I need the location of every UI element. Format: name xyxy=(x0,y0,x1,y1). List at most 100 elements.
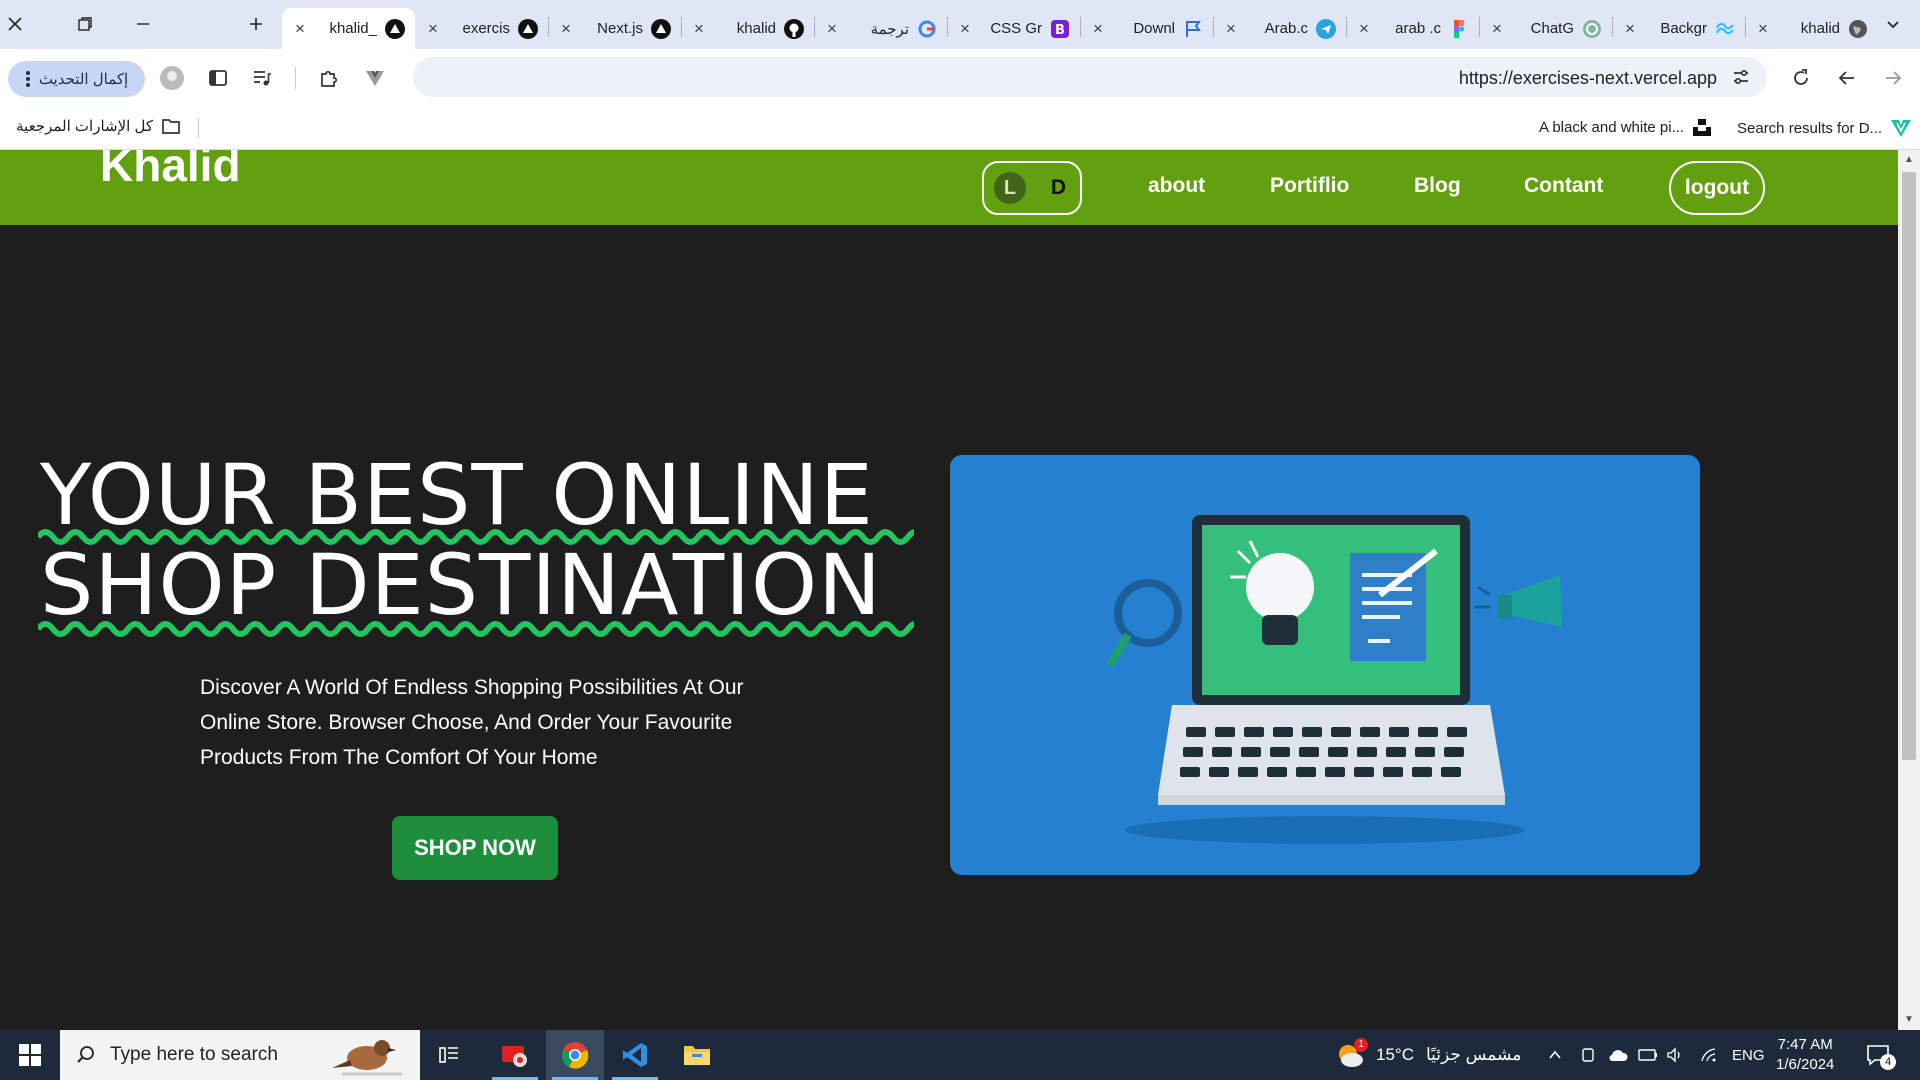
all-bookmarks-button[interactable]: كل الإشارات المرجعية xyxy=(16,117,181,135)
tab-title: ترجمة xyxy=(870,20,909,38)
bookmark-item-unsplash[interactable]: A black and white pi... xyxy=(1539,117,1712,137)
theme-toggle[interactable]: L D xyxy=(982,161,1082,215)
taskbar-app-recorder[interactable] xyxy=(486,1030,544,1080)
taskbar-search-box[interactable]: Type here to search xyxy=(60,1030,420,1080)
tailwind-icon xyxy=(1715,19,1735,39)
tab-download[interactable]: Downl × xyxy=(1080,8,1213,49)
theme-light-option[interactable]: L xyxy=(994,172,1026,204)
laptop-illustration xyxy=(1106,515,1562,844)
nav-link-contact[interactable]: Contant xyxy=(1524,174,1603,198)
close-icon[interactable]: × xyxy=(1755,19,1771,38)
update-button[interactable]: إكمال التحديث xyxy=(8,61,145,97)
taskbar-app-file-explorer[interactable] xyxy=(668,1030,726,1080)
keyboard-key xyxy=(1441,767,1461,777)
site-logo[interactable]: Khalid xyxy=(100,150,241,192)
theme-dark-option[interactable]: D xyxy=(1051,176,1066,200)
close-icon[interactable]: × xyxy=(957,19,973,38)
tab-title: ChatG xyxy=(1530,20,1574,37)
taskbar-app-chrome[interactable] xyxy=(546,1030,604,1080)
bookmark-item-vuetify[interactable]: Search results for D... xyxy=(1737,117,1912,139)
tab-arab-c[interactable]: Arab.c × xyxy=(1213,8,1346,49)
show-hidden-icons-button[interactable] xyxy=(1547,1030,1563,1080)
tab-nextjs[interactable]: Next.js × xyxy=(548,8,681,49)
meet-now-tray-button[interactable] xyxy=(1580,1030,1596,1080)
scroll-up-arrow[interactable]: ▲ xyxy=(1903,154,1915,166)
device-icon xyxy=(1580,1047,1596,1063)
close-icon[interactable]: × xyxy=(425,19,441,38)
chevron-down-icon xyxy=(1885,16,1901,32)
media-controls-button[interactable] xyxy=(249,65,275,91)
close-icon[interactable]: × xyxy=(824,19,840,38)
nav-link-blog[interactable]: Blog xyxy=(1414,174,1461,198)
tab-khalid-globe[interactable]: khalid × xyxy=(1745,8,1878,49)
close-icon[interactable]: × xyxy=(292,19,308,38)
page-scrollbar[interactable]: ▲ ▼ xyxy=(1898,150,1920,1030)
tab-khalid-active[interactable]: khalid_ × xyxy=(282,8,415,49)
tab-github[interactable]: khalid × xyxy=(681,8,814,49)
onedrive-tray-button[interactable] xyxy=(1608,1030,1628,1080)
bookmark-label: A black and white pi... xyxy=(1539,118,1685,136)
music-queue-icon xyxy=(252,68,272,88)
address-bar[interactable]: https://exercises-next.vercel.app xyxy=(413,57,1767,97)
keyboard-key xyxy=(1267,767,1287,777)
browser-toolbar: إكمال التحديث https://exercises-next.ver… xyxy=(0,49,1920,106)
weather-widget[interactable]: 1 15°C مشمس جزئيًا xyxy=(1334,1030,1521,1080)
tab-css-grid[interactable]: B CSS Gr × xyxy=(947,8,1080,49)
restore-window-button[interactable] xyxy=(70,12,100,36)
keyboard-key xyxy=(1357,747,1377,757)
close-window-button[interactable] xyxy=(0,12,30,36)
keyboard-key xyxy=(1354,767,1374,777)
close-icon[interactable]: × xyxy=(1223,19,1239,38)
close-icon[interactable]: × xyxy=(1489,19,1505,38)
back-button[interactable] xyxy=(1834,65,1860,91)
language-indicator[interactable]: ENG xyxy=(1732,1030,1765,1080)
reload-button[interactable] xyxy=(1788,65,1814,91)
tab-search-button[interactable] xyxy=(1878,12,1908,36)
minimize-icon xyxy=(135,16,151,32)
tab-arab-figma[interactable]: arab .c × xyxy=(1346,8,1479,49)
wifi-icon xyxy=(1700,1047,1718,1063)
notification-center-button[interactable]: 4 xyxy=(1866,1030,1896,1080)
logout-button[interactable]: logout xyxy=(1669,161,1765,215)
weather-badge: 1 xyxy=(1354,1038,1368,1052)
vue-devtools-extension[interactable] xyxy=(362,65,388,91)
close-icon[interactable]: × xyxy=(558,19,574,38)
minimize-window-button[interactable] xyxy=(128,12,158,36)
extensions-button[interactable] xyxy=(316,65,342,91)
search-icon xyxy=(76,1045,96,1065)
keyboard-key xyxy=(1296,767,1316,777)
close-icon[interactable]: × xyxy=(1090,19,1106,38)
close-icon[interactable]: × xyxy=(691,19,707,38)
side-panel-button[interactable] xyxy=(205,65,231,91)
clock[interactable]: 7:47 AM 1/6/2024 xyxy=(1776,1030,1834,1080)
task-view-button[interactable] xyxy=(420,1030,478,1080)
url-text[interactable]: https://exercises-next.vercel.app xyxy=(1459,68,1717,89)
new-tab-button[interactable] xyxy=(241,12,271,36)
hero-description: Discover A World Of Endless Shopping Pos… xyxy=(200,676,744,769)
tab-title: Next.js xyxy=(597,20,643,37)
nav-link-portfolio[interactable]: Portiflio xyxy=(1270,174,1349,198)
nav-link-about[interactable]: about xyxy=(1148,174,1205,198)
keyboard-key xyxy=(1415,747,1435,757)
keyboard-key xyxy=(1209,767,1229,777)
tab-exercises[interactable]: exercis × xyxy=(415,8,548,49)
network-tray-button[interactable] xyxy=(1700,1030,1718,1080)
unsplash-icon xyxy=(1692,117,1712,137)
speaker-icon xyxy=(1666,1047,1684,1063)
tab-translate[interactable]: ترجمة × xyxy=(814,8,947,49)
tab-chatgpt[interactable]: ChatG × xyxy=(1479,8,1612,49)
close-icon[interactable]: × xyxy=(1356,19,1372,38)
site-settings-icon[interactable] xyxy=(1731,67,1751,87)
volume-tray-button[interactable] xyxy=(1666,1030,1684,1080)
profile-button[interactable] xyxy=(159,65,185,91)
keyboard-key xyxy=(1302,727,1322,737)
battery-tray-button[interactable] xyxy=(1638,1030,1658,1080)
taskbar-app-vscode[interactable] xyxy=(606,1030,664,1080)
forward-button[interactable] xyxy=(1880,65,1906,91)
shop-now-button[interactable]: SHOP NOW xyxy=(392,816,558,880)
tab-background[interactable]: Backgr × xyxy=(1612,8,1745,49)
scroll-thumb[interactable] xyxy=(1902,172,1916,760)
scroll-down-arrow[interactable]: ▼ xyxy=(1903,1014,1915,1026)
close-icon[interactable]: × xyxy=(1622,19,1638,38)
start-button[interactable] xyxy=(0,1030,60,1080)
